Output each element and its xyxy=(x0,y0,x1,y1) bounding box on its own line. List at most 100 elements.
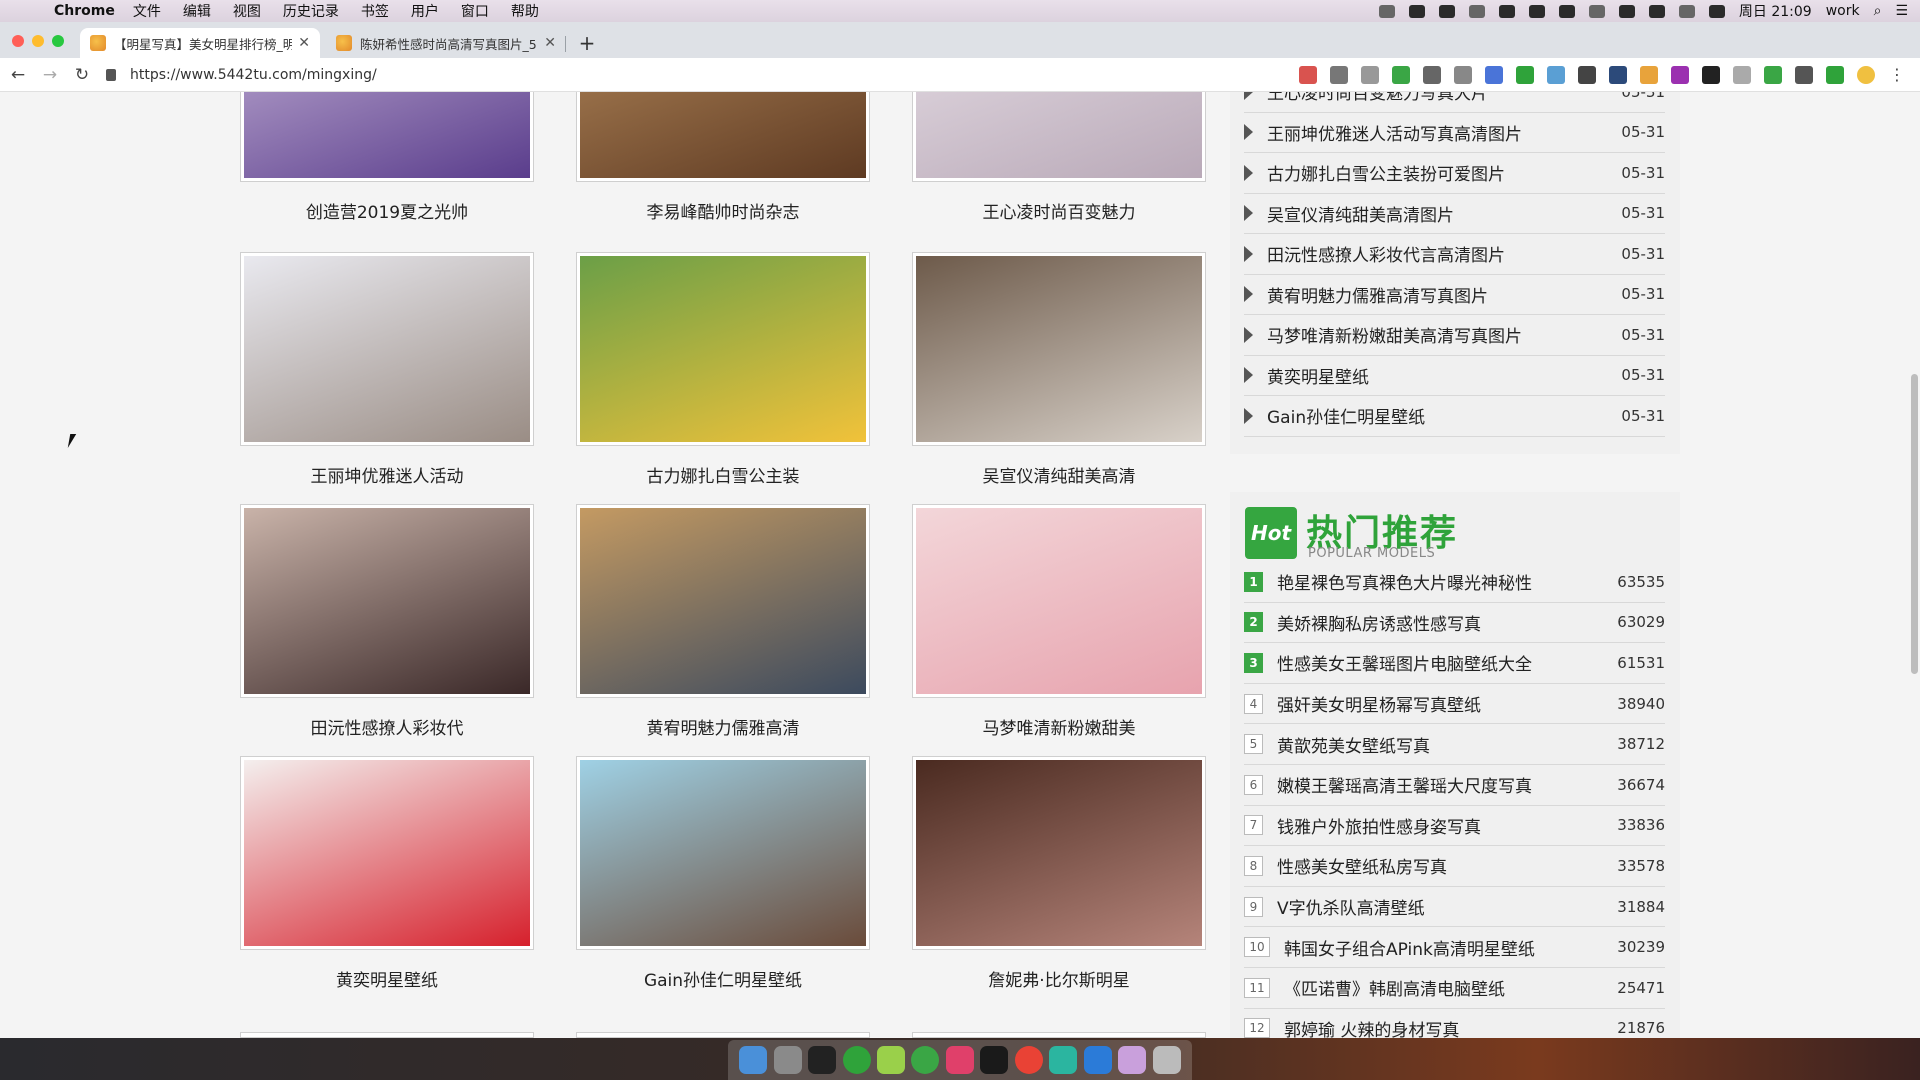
messages-icon[interactable] xyxy=(877,1046,906,1074)
menu-help[interactable]: 帮助 xyxy=(511,1,539,21)
ranking-title[interactable]: 美娇裸胸私房诱惑性感写真 xyxy=(1277,610,1617,635)
gallery-item[interactable]: 田沅性感撩人彩妆代 xyxy=(240,504,534,739)
gallery-thumbnail[interactable] xyxy=(576,252,870,446)
list-item-title[interactable]: 黄宥明魅力儒雅高清写真图片 xyxy=(1267,282,1621,307)
ranking-item[interactable]: 1 艳星裸色写真裸色大片曝光神秘性 63535 xyxy=(1244,562,1665,603)
app-menu[interactable]: Chrome xyxy=(54,3,115,19)
ranking-title[interactable]: 性感美女王馨瑶图片电脑壁纸大全 xyxy=(1277,650,1617,675)
gallery-thumbnail[interactable] xyxy=(240,756,534,950)
bookmark-star-icon[interactable] xyxy=(1361,66,1379,84)
user-name[interactable]: work xyxy=(1826,3,1860,19)
gallery-item[interactable]: 李易峰酷帅时尚杂志 xyxy=(576,92,870,223)
gallery-thumbnail[interactable] xyxy=(240,92,534,182)
ranking-item[interactable]: 10 韩国女子组合APink高清明星壁纸 30239 xyxy=(1244,927,1665,968)
cloud-icon[interactable] xyxy=(1468,4,1485,18)
shield-icon[interactable] xyxy=(1498,4,1515,18)
zoom-icon[interactable] xyxy=(1330,66,1348,84)
list-item-title[interactable]: 王心凌时尚百变魅力写真大片 xyxy=(1267,92,1621,104)
ranking-item[interactable]: 4 强奸美女明星杨幂写真壁纸 38940 xyxy=(1244,684,1665,725)
app-icon[interactable] xyxy=(945,1046,974,1074)
ranking-title[interactable]: 嫩模王馨瑶高清王馨瑶大尺度写真 xyxy=(1277,772,1617,797)
list-item[interactable]: 古力娜扎白雪公主装扮可爱图片 05-31 xyxy=(1244,153,1665,194)
gallery-caption[interactable]: 詹妮弗·比尔斯明星 xyxy=(912,966,1206,991)
new-tab-button[interactable]: + xyxy=(572,28,602,58)
gallery-caption[interactable]: 田沅性感撩人彩妆代 xyxy=(240,714,534,739)
menu-people[interactable]: 用户 xyxy=(411,1,439,21)
gallery-image[interactable] xyxy=(580,760,866,946)
gallery-item[interactable]: 马梦唯清新粉嫩甜美 xyxy=(912,504,1206,739)
gallery-thumbnail[interactable] xyxy=(576,92,870,182)
translate-icon[interactable] xyxy=(1485,66,1503,84)
airplay-icon[interactable] xyxy=(1588,4,1605,18)
spotlight-search-icon[interactable]: ⌕ xyxy=(1874,3,1882,19)
finder-icon[interactable] xyxy=(739,1046,768,1074)
list-item-title[interactable]: 吴宣仪清纯甜美高清图片 xyxy=(1267,201,1621,226)
menu-edit[interactable]: 编辑 xyxy=(183,1,211,21)
gallery-image[interactable] xyxy=(580,92,866,178)
ranking-item[interactable]: 11 《匹诺曹》韩剧高清电脑壁纸 25471 xyxy=(1244,968,1665,1009)
ranking-item[interactable]: 3 性感美女王馨瑶图片电脑壁纸大全 61531 xyxy=(1244,643,1665,684)
menu-history[interactable]: 历史记录 xyxy=(283,1,339,21)
gallery-caption[interactable]: 创造营2019夏之光帅 xyxy=(240,198,534,223)
ranking-title[interactable]: 性感美女壁纸私房写真 xyxy=(1277,853,1617,878)
ranking-item[interactable]: 5 黄歆苑美女壁纸写真 38712 xyxy=(1244,724,1665,765)
app-icon[interactable] xyxy=(1118,1046,1147,1074)
list-item-title[interactable]: Gain孙佳仁明星壁纸 xyxy=(1267,403,1621,428)
gallery-caption[interactable]: 李易峰酷帅时尚杂志 xyxy=(576,198,870,223)
list-item-title[interactable]: 王丽坤优雅迷人活动写真高清图片 xyxy=(1267,120,1621,145)
gallery-thumbnail[interactable] xyxy=(576,756,870,950)
display-icon[interactable] xyxy=(1558,4,1575,18)
gallery-image[interactable] xyxy=(916,92,1202,178)
list-item[interactable]: 黄宥明魅力儒雅高清写真图片 05-31 xyxy=(1244,275,1665,315)
list-item[interactable]: 王丽坤优雅迷人活动写真高清图片 05-31 xyxy=(1244,113,1665,153)
wechat-icon[interactable] xyxy=(842,1046,871,1074)
gallery-caption[interactable]: 古力娜扎白雪公主装 xyxy=(576,462,870,487)
ranking-item[interactable]: 7 钱雅户外旅拍性感身姿写真 33836 xyxy=(1244,806,1665,847)
gallery-caption[interactable]: 王心凌时尚百变魅力 xyxy=(912,198,1206,223)
gallery-image[interactable] xyxy=(580,256,866,442)
close-window-button[interactable] xyxy=(12,35,24,47)
ranking-item[interactable]: 9 V字仇杀队高清壁纸 31884 xyxy=(1244,887,1665,928)
gallery-item[interactable]: 王心凌时尚百变魅力 xyxy=(912,92,1206,223)
menu-bookmarks[interactable]: 书签 xyxy=(361,1,389,21)
gallery-thumbnail[interactable] xyxy=(240,504,534,698)
list-item[interactable]: 黄奕明星壁纸 05-31 xyxy=(1244,356,1665,396)
list-item-title[interactable]: 古力娜扎白雪公主装扮可爱图片 xyxy=(1267,160,1621,185)
reload-icon[interactable]: ↻ xyxy=(68,65,96,85)
gallery-item[interactable]: 王丽坤优雅迷人活动 xyxy=(240,252,534,487)
ranking-item[interactable]: 8 性感美女壁纸私房写真 33578 xyxy=(1244,846,1665,887)
gallery-image[interactable] xyxy=(916,256,1202,442)
pycharm-icon[interactable] xyxy=(980,1046,1009,1074)
extension-icon[interactable] xyxy=(1516,66,1534,84)
ranking-title[interactable]: 强奸美女明星杨幂写真壁纸 xyxy=(1277,691,1617,716)
extension-icon[interactable] xyxy=(1547,66,1565,84)
notification-center-icon[interactable]: ☰ xyxy=(1895,3,1908,19)
extension-icon[interactable] xyxy=(1392,66,1410,84)
ranking-item[interactable]: 12 郭婷瑜 火辣的身材写真 21876 xyxy=(1244,1009,1665,1038)
url-text[interactable]: https://www.5442tu.com/mingxing/ xyxy=(130,67,377,83)
word-icon[interactable] xyxy=(1083,1046,1112,1074)
block-extension-icon[interactable] xyxy=(1299,66,1317,84)
menu-extra-icon[interactable] xyxy=(1528,4,1545,18)
gallery-caption[interactable]: Gain孙佳仁明星壁纸 xyxy=(576,966,870,991)
minimize-window-button[interactable] xyxy=(32,35,44,47)
gallery-image[interactable] xyxy=(244,508,530,694)
extension-icon[interactable] xyxy=(1640,66,1658,84)
list-item-title[interactable]: 黄奕明星壁纸 xyxy=(1267,363,1621,388)
forward-arrow-icon[interactable]: → xyxy=(36,65,64,85)
ranking-item[interactable]: 6 嫩模王馨瑶高清王馨瑶大尺度写真 36674 xyxy=(1244,765,1665,806)
list-item-title[interactable]: 田沅性感撩人彩妆代言高清图片 xyxy=(1267,241,1621,266)
ranking-title[interactable]: 《匹诺曹》韩剧高清电脑壁纸 xyxy=(1284,975,1617,1000)
more-menu-icon[interactable]: ⋮ xyxy=(1888,66,1906,84)
tab-inactive[interactable]: 陈妍希性感时尚高清写真图片_5 ✕ xyxy=(326,28,566,58)
list-item[interactable]: 田沅性感撩人彩妆代言高清图片 05-31 xyxy=(1244,234,1665,275)
tab-active[interactable]: 【明星写真】美女明星排行榜_明 ✕ xyxy=(80,28,320,58)
gallery-thumbnail[interactable] xyxy=(912,756,1206,950)
menu-view[interactable]: 视图 xyxy=(233,1,261,21)
zoom-window-button[interactable] xyxy=(52,35,64,47)
extension-icon[interactable] xyxy=(1454,66,1472,84)
ranking-title[interactable]: 艳星裸色写真裸色大片曝光神秘性 xyxy=(1277,569,1617,594)
extension-icon[interactable] xyxy=(1764,66,1782,84)
ranking-title[interactable]: V字仇杀队高清壁纸 xyxy=(1277,894,1617,919)
gallery-item[interactable]: 古力娜扎白雪公主装 xyxy=(576,252,870,487)
